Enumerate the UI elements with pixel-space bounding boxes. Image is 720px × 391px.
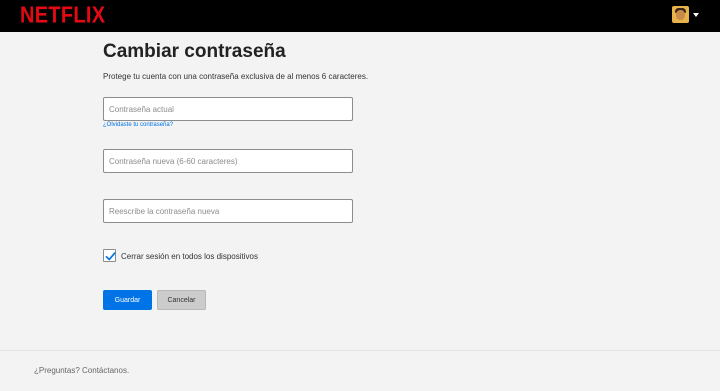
page-description: Protege tu cuenta con una contraseña exc… [103, 72, 369, 81]
new-password-input[interactable] [104, 150, 352, 172]
save-button[interactable]: Guardar [103, 290, 152, 310]
cancel-button[interactable]: Cancelar [157, 290, 206, 310]
confirm-password-field[interactable] [103, 199, 353, 223]
signout-checkbox-label[interactable]: Cerrar sesión en todos los dispositivos [121, 252, 258, 261]
forgot-password-link[interactable]: ¿Olvidaste tu contraseña? [103, 122, 173, 128]
signout-all-devices-checkbox[interactable] [103, 249, 116, 262]
checkmark-icon [105, 252, 116, 261]
avatar-face [676, 10, 685, 20]
profile-avatar[interactable] [672, 6, 689, 23]
footer-divider [0, 350, 720, 351]
contact-link[interactable]: Contáctanos. [82, 366, 129, 375]
current-password-input[interactable] [104, 98, 352, 120]
new-password-field[interactable] [103, 149, 353, 173]
confirm-password-input[interactable] [104, 200, 352, 222]
footer: ¿Preguntas? Contáctanos. [34, 366, 129, 375]
page-title: Cambiar contraseña [103, 41, 286, 62]
top-nav-bar: NETFLIX [0, 0, 720, 32]
footer-question: ¿Preguntas? [34, 366, 83, 375]
caret-down-icon[interactable] [693, 13, 699, 17]
current-password-field[interactable] [103, 97, 353, 121]
netflix-logo[interactable]: NETFLIX [20, 3, 105, 29]
